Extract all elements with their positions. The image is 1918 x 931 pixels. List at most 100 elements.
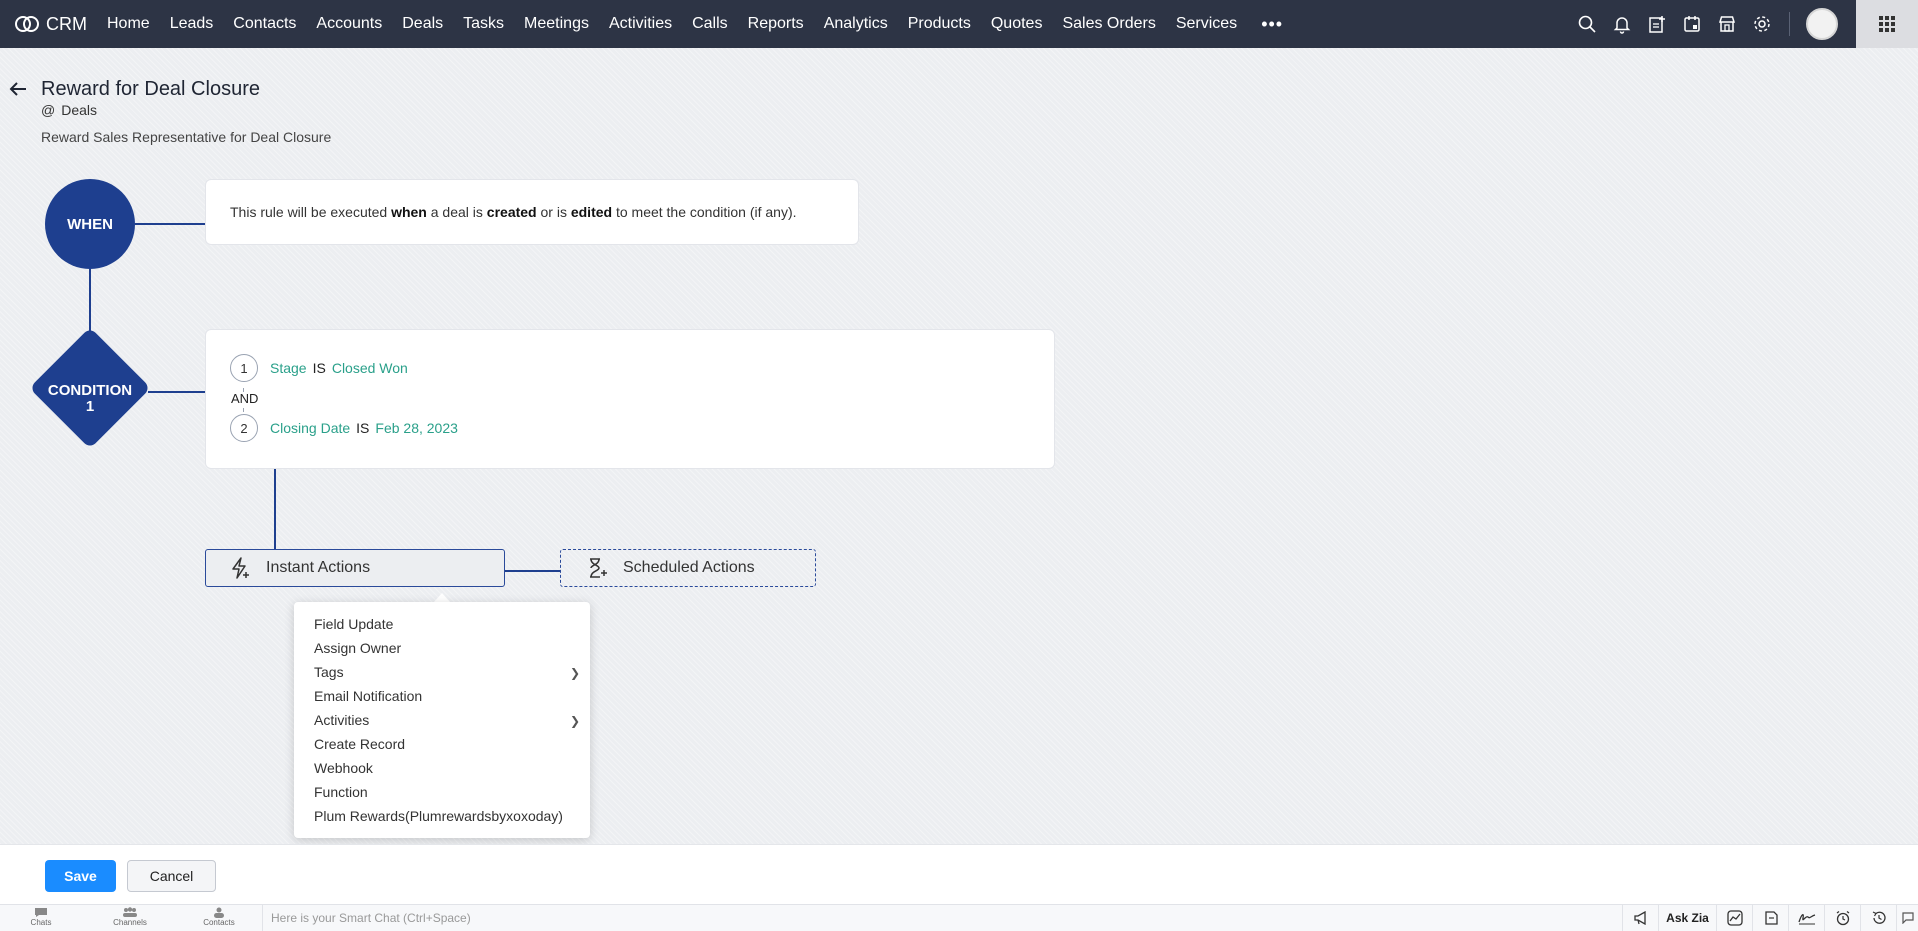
nav-item-quotes[interactable]: Quotes	[991, 15, 1043, 33]
scheduled-actions-button[interactable]: Scheduled Actions	[560, 549, 816, 587]
nav-item-leads[interactable]: Leads	[170, 15, 214, 33]
condition-label: CONDITION 1	[47, 382, 133, 415]
notes-icon[interactable]	[1752, 905, 1788, 931]
nav-item-deals[interactable]: Deals	[402, 15, 443, 33]
connector-when-to-condition	[89, 269, 91, 333]
criteria-value: Feb 28, 2023	[375, 420, 458, 436]
calendar-icon[interactable]	[1674, 0, 1709, 48]
instant-actions-menu: Field Update Assign Owner Tags ❯ Email N…	[294, 602, 590, 838]
more-modules-button[interactable]: •••	[1261, 14, 1283, 35]
footer-bar: Save Cancel	[0, 844, 1918, 904]
menu-item-email-notification[interactable]: Email Notification	[314, 688, 422, 704]
hourglass-icon	[590, 558, 607, 578]
back-arrow-icon[interactable]	[8, 79, 28, 104]
criteria-field: Closing Date	[270, 420, 351, 436]
menu-item-tags[interactable]: Tags	[314, 664, 344, 680]
page-title: Reward for Deal Closure	[41, 78, 260, 100]
cancel-button[interactable]: Cancel	[127, 860, 216, 892]
chat-bubble-icon[interactable]	[1896, 905, 1918, 931]
menu-item-webhook[interactable]: Webhook	[314, 760, 373, 776]
criteria-value: Closed Won	[331, 360, 408, 376]
module-label: @ Deals	[41, 102, 97, 118]
nav-item-analytics[interactable]: Analytics	[824, 15, 888, 33]
avatar[interactable]	[1806, 8, 1838, 40]
rule-description: Reward Sales Representative for Deal Clo…	[41, 129, 332, 145]
criteria-field: Stage	[270, 360, 307, 376]
brand[interactable]: CRM	[14, 14, 87, 35]
menu-item-field-update[interactable]: Field Update	[314, 616, 393, 632]
channels-tab[interactable]: Channels	[100, 907, 160, 927]
save-button[interactable]: Save	[45, 860, 116, 892]
nav-item-meetings[interactable]: Meetings	[524, 15, 589, 33]
contacts-tab-label: Contacts	[203, 918, 235, 927]
connector-condition-to-card	[148, 391, 205, 393]
nav-item-tasks[interactable]: Tasks	[463, 15, 504, 33]
channels-tab-label: Channels	[113, 918, 147, 927]
menu-item-assign-owner[interactable]: Assign Owner	[314, 640, 401, 656]
nav-item-products[interactable]: Products	[908, 15, 971, 33]
menu-item-function[interactable]: Function	[314, 784, 368, 800]
nav-item-reports[interactable]: Reports	[748, 15, 804, 33]
signature-icon[interactable]	[1788, 905, 1824, 931]
nav-item-services[interactable]: Services	[1176, 15, 1237, 33]
lightning-icon	[232, 557, 249, 579]
channels-icon	[123, 907, 137, 917]
when-card: This rule will be executed when a deal i…	[205, 179, 859, 245]
alarm-clock-icon[interactable]	[1824, 905, 1860, 931]
chat-icon	[35, 908, 47, 917]
marketplace-icon[interactable]	[1709, 0, 1744, 48]
brand-name: CRM	[46, 13, 87, 34]
nav-item-activities[interactable]: Activities	[609, 15, 672, 33]
gear-icon[interactable]	[1744, 0, 1779, 48]
nav-item-calls[interactable]: Calls	[692, 15, 728, 33]
scheduled-actions-label: Scheduled Actions	[623, 559, 755, 576]
ask-zia-button[interactable]: Ask Zia	[1658, 905, 1716, 931]
module-prefix: @	[41, 102, 56, 118]
chevron-right-icon: ❯	[570, 714, 581, 728]
connector-instant-to-scheduled	[505, 570, 560, 572]
instant-actions-button[interactable]: Instant Actions	[205, 549, 505, 587]
nav-right-tools	[1569, 0, 1918, 48]
criteria-operator: IS	[356, 420, 370, 436]
menu-item-activities[interactable]: Activities	[314, 712, 369, 728]
instant-actions-label: Instant Actions	[266, 559, 371, 576]
criteria-operator: IS	[312, 360, 326, 376]
nav-item-accounts[interactable]: Accounts	[316, 15, 382, 33]
chats-tab-label: Chats	[30, 918, 52, 927]
module-name: Deals	[61, 102, 98, 118]
nav-item-sales-orders[interactable]: Sales Orders	[1062, 15, 1155, 33]
history-icon[interactable]	[1860, 905, 1896, 931]
top-nav: CRM Home Leads Contacts Accounts Deals T…	[0, 0, 1918, 48]
when-node: WHEN	[45, 179, 135, 269]
criteria-connector	[243, 408, 244, 412]
connector-condition-to-actions	[274, 469, 276, 549]
bell-icon[interactable]	[1604, 0, 1639, 48]
nav-item-contacts[interactable]: Contacts	[233, 15, 296, 33]
contact-icon	[214, 907, 224, 918]
condition-card[interactable]: 1 Stage IS Closed Won AND 2 Closing Date…	[205, 329, 1055, 469]
search-icon[interactable]	[1569, 0, 1604, 48]
when-label: WHEN	[67, 215, 113, 233]
contacts-tab[interactable]: Contacts	[189, 907, 249, 927]
criteria-number: 2	[230, 414, 258, 442]
apps-grid-icon[interactable]	[1856, 0, 1918, 48]
chats-tab[interactable]: Chats	[11, 907, 71, 927]
menu-item-plum-rewards[interactable]: Plum Rewards(Plumrewardsbyxoxoday)	[314, 808, 563, 824]
criteria-row-1: 1 Stage IS Closed Won	[230, 354, 408, 382]
menu-item-create-record[interactable]: Create Record	[314, 736, 405, 752]
criteria-row-2: 2 Closing Date IS Feb 28, 2023	[230, 414, 458, 442]
connector-when-to-card	[135, 223, 205, 225]
when-description: This rule will be executed when a deal i…	[230, 204, 797, 220]
megaphone-icon[interactable]	[1622, 905, 1658, 931]
analytics-icon[interactable]	[1716, 905, 1752, 931]
nav-item-home[interactable]: Home	[107, 15, 150, 33]
bottom-tools: Ask Zia	[1622, 905, 1918, 931]
smart-chat-input[interactable]: Here is your Smart Chat (Ctrl+Space)	[262, 905, 1542, 931]
criteria-joiner: AND	[231, 391, 259, 406]
nav-divider	[1789, 12, 1790, 36]
add-record-icon[interactable]	[1639, 0, 1674, 48]
crm-logo-icon	[15, 16, 39, 32]
chevron-right-icon: ❯	[570, 666, 581, 680]
bottom-bar: Chats Channels Contacts Here is your Sma…	[0, 904, 1918, 931]
criteria-number: 1	[230, 354, 258, 382]
